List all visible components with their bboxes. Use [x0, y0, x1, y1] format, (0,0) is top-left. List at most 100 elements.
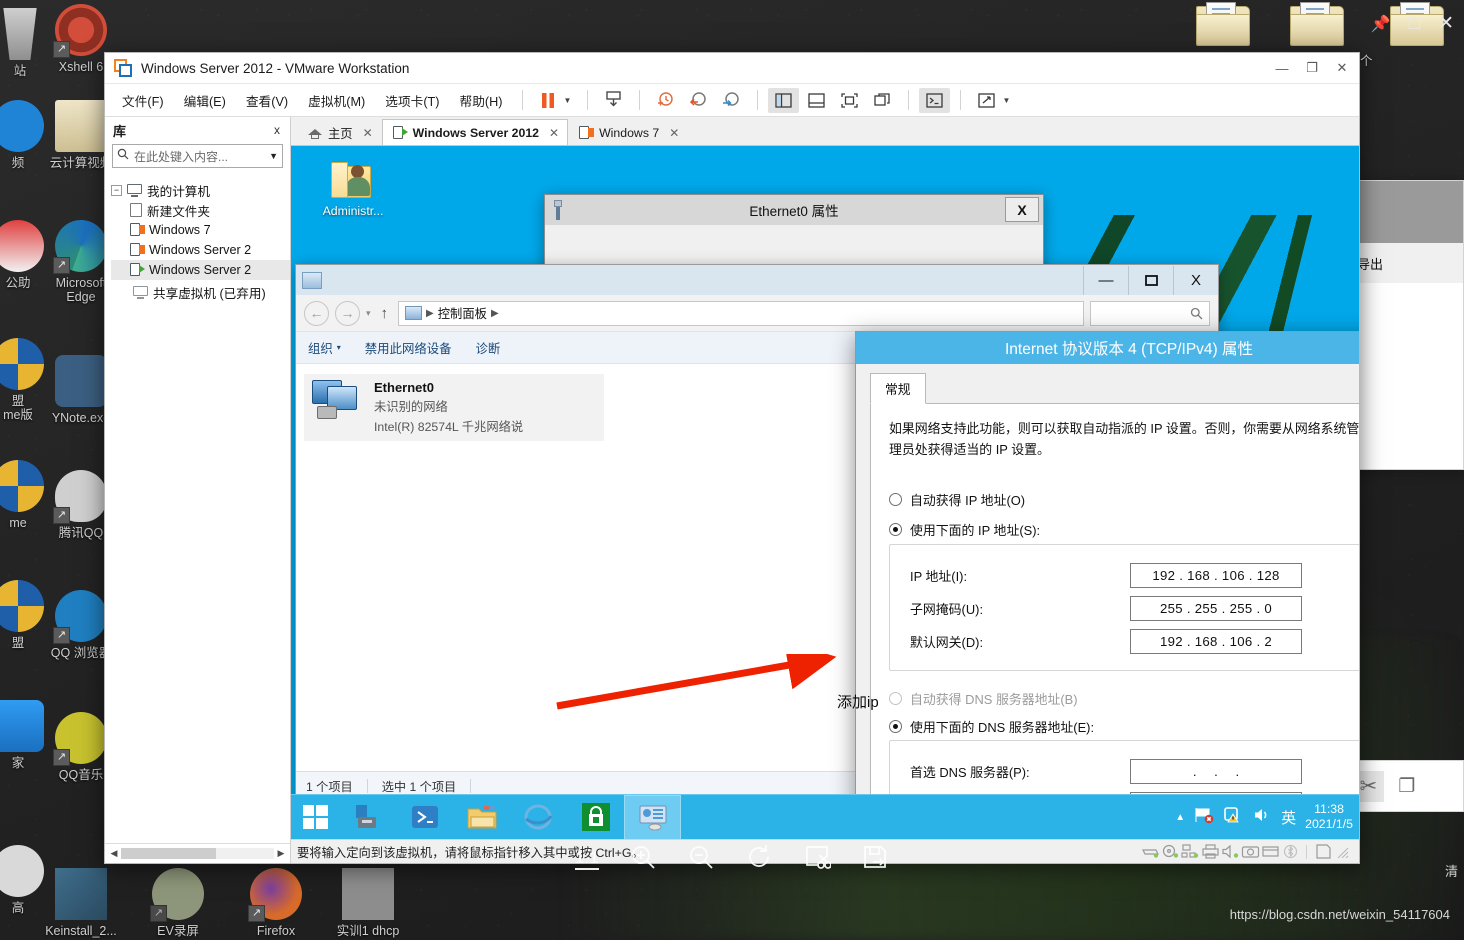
field-row-preferred-dns[interactable]: 首选 DNS 服务器(P): . . .: [902, 755, 1356, 788]
tree-item-windows7[interactable]: Windows 7: [111, 220, 290, 240]
taskbar-internet-explorer-icon[interactable]: [510, 795, 567, 840]
menu-help[interactable]: 帮助(H): [451, 87, 512, 114]
bottom-zoom-toolbar[interactable]: 1:1: [0, 836, 1464, 882]
network-error-icon[interactable]: [1194, 806, 1214, 829]
taskbar-server-manager-icon[interactable]: [339, 795, 396, 840]
volume-icon[interactable]: [1252, 806, 1272, 829]
taskbar-store-icon[interactable]: [567, 795, 624, 840]
radio-use-following-dns[interactable]: 使用下面的 DNS 服务器地址(E):: [889, 713, 1359, 739]
tree-expander-icon[interactable]: −: [111, 184, 122, 196]
vmware-menubar[interactable]: 文件(F) 编辑(E) 查看(V) 虚拟机(M) 选项卡(T) 帮助(H) ▼: [105, 84, 1359, 117]
pause-dropdown-caret-icon[interactable]: ▼: [562, 96, 578, 105]
unity-icon[interactable]: [867, 88, 898, 113]
chevron-down-icon[interactable]: ▼: [269, 151, 278, 161]
tab-windows-server-2012[interactable]: Windows Server 2012 ✕: [381, 119, 569, 145]
desktop-folder-icon[interactable]: [1196, 2, 1252, 48]
tab-general[interactable]: 常规: [870, 373, 926, 404]
forward-icon[interactable]: →: [335, 300, 360, 326]
fullscreen-icon[interactable]: [834, 88, 865, 113]
tcpipv4-properties-dialog[interactable]: Internet 协议版本 4 (TCP/IPv4) 属性 X 常规 如果网络支…: [855, 331, 1359, 839]
explorer-maximize-button[interactable]: [1128, 265, 1173, 295]
menu-tabs[interactable]: 选项卡(T): [376, 87, 448, 114]
list-item-ethernet0[interactable]: Ethernet0 未识别的网络 Intel(R) 82574L 千兆网络说: [304, 374, 604, 441]
library-close-icon[interactable]: x: [270, 121, 284, 139]
explorer-window-buttons[interactable]: — X: [1083, 265, 1218, 295]
pause-icon[interactable]: [533, 88, 564, 113]
cmd-disable-device[interactable]: 禁用此网络设备: [365, 339, 452, 357]
rotate-icon[interactable]: [745, 843, 773, 876]
recent-locations-caret-icon[interactable]: ▾: [366, 308, 371, 319]
tab-windows-7[interactable]: Windows 7 ✕: [568, 119, 688, 145]
thumbnail-bar-icon[interactable]: [801, 88, 832, 113]
taskbar-powershell-icon[interactable]: [396, 795, 453, 840]
tree-item-winserver-b[interactable]: Windows Server 2: [111, 260, 290, 280]
preferred-dns-input[interactable]: . . .: [1130, 759, 1302, 784]
library-tree[interactable]: − 我的计算机 新建文件夹 Windows 7 Windows Server 2: [105, 174, 290, 843]
snapshot-manage-icon[interactable]: [716, 88, 747, 113]
radio-icon[interactable]: [889, 691, 902, 705]
radio-icon-selected[interactable]: [889, 522, 902, 536]
radio-icon[interactable]: [889, 492, 902, 506]
close-icon[interactable]: ✕: [1438, 12, 1454, 35]
ipv4-tabrow[interactable]: 常规: [870, 373, 1359, 404]
restore-button[interactable]: ❐: [1297, 54, 1327, 83]
tab-close-icon[interactable]: ✕: [549, 126, 559, 140]
show-hidden-icons-icon[interactable]: ▲: [1175, 812, 1185, 823]
cmd-organize[interactable]: 组织 ▾: [308, 339, 341, 357]
up-icon[interactable]: ↑: [377, 305, 393, 322]
field-row-default-gateway[interactable]: 默认网关(D): 192 . 168 . 106 . 2: [902, 625, 1356, 658]
restore-icon[interactable]: □: [1409, 13, 1420, 35]
host-window-controls[interactable]: 📌 □ ✕: [1371, 12, 1454, 35]
tab-close-icon[interactable]: ✕: [669, 126, 679, 140]
minimize-button[interactable]: —: [1267, 54, 1297, 83]
radio-obtain-dns-automatically[interactable]: 自动获得 DNS 服务器地址(B): [889, 685, 1359, 711]
send-to-icon[interactable]: [598, 88, 629, 113]
explorer-navbar[interactable]: ← → ▾ ↑ ▶ 控制面板 ▶: [296, 295, 1218, 331]
sidebar-toggle-icon[interactable]: [768, 87, 800, 113]
snapshot-revert-icon[interactable]: [683, 88, 714, 113]
tree-item-my-computer[interactable]: − 我的计算机: [111, 180, 290, 200]
tree-item-shared-vms[interactable]: 共享虚拟机 (已弃用): [111, 282, 290, 302]
ime-indicator[interactable]: 英: [1281, 807, 1296, 828]
chevron-down-icon[interactable]: ▾: [337, 343, 341, 352]
radio-icon-selected[interactable]: [889, 719, 902, 733]
guest-screen[interactable]: Administr... 2012 R2 Standard Build 9600…: [291, 145, 1359, 839]
library-search-box[interactable]: 在此处键入内容... ▼: [112, 144, 283, 168]
snip-icon[interactable]: [803, 843, 832, 876]
pin-icon[interactable]: 📌: [1371, 14, 1391, 34]
menu-view[interactable]: 查看(V): [237, 87, 297, 114]
guest-desktop-icon-administrator[interactable]: Administr...: [309, 160, 397, 218]
console-icon[interactable]: [919, 87, 951, 113]
flag-warning-icon[interactable]: [1223, 806, 1243, 829]
save-icon[interactable]: [861, 843, 889, 876]
field-row-ip-address[interactable]: IP 地址(I): 192 . 168 . 106 . 128: [902, 559, 1356, 592]
taskbar-clock[interactable]: 11:38 2021/1/5: [1305, 802, 1353, 832]
cmd-diagnose[interactable]: 诊断: [476, 339, 501, 357]
explorer-search-input[interactable]: [1090, 300, 1210, 326]
vmware-window-buttons[interactable]: — ❐ ✕: [1267, 54, 1357, 83]
tab-home[interactable]: 主页 ✕: [297, 119, 382, 145]
field-row-subnet-mask[interactable]: 子网掩码(U): 255 . 255 . 255 . 0: [902, 592, 1356, 625]
tree-item-winserver-a[interactable]: Windows Server 2: [111, 240, 290, 260]
copy-icon[interactable]: ❐: [1398, 775, 1415, 798]
explorer-close-button[interactable]: X: [1173, 265, 1218, 295]
back-icon[interactable]: ←: [304, 300, 329, 326]
ratio-1to1-icon[interactable]: 1:1: [575, 848, 599, 870]
explorer-minimize-button[interactable]: —: [1083, 265, 1128, 295]
taskbar-file-explorer-icon[interactable]: [453, 795, 510, 840]
expand-caret-icon[interactable]: ▼: [1000, 96, 1016, 105]
taskbar-network-settings-icon[interactable]: [624, 794, 681, 839]
radio-use-following-ip[interactable]: 使用下面的 IP 地址(S):: [889, 516, 1359, 542]
ethernet0-close-button[interactable]: X: [1005, 197, 1039, 222]
guest-taskbar[interactable]: ▲ 英 11:38 2021/1/5: [291, 794, 1359, 839]
menu-vm[interactable]: 虚拟机(M): [299, 87, 374, 114]
menu-file[interactable]: 文件(F): [113, 87, 173, 114]
default-gateway-input[interactable]: 192 . 168 . 106 . 2: [1130, 629, 1302, 654]
breadcrumb[interactable]: ▶ 控制面板 ▶: [398, 300, 1084, 326]
subnet-mask-input[interactable]: 255 . 255 . 255 . 0: [1130, 596, 1302, 621]
breadcrumb-item-control-panel[interactable]: 控制面板: [438, 304, 487, 322]
ip-address-input[interactable]: 192 . 168 . 106 . 128: [1130, 563, 1302, 588]
menu-edit[interactable]: 编辑(E): [175, 87, 235, 114]
desktop-folder-icon[interactable]: [1290, 2, 1346, 48]
zoom-in-icon[interactable]: [629, 843, 657, 876]
